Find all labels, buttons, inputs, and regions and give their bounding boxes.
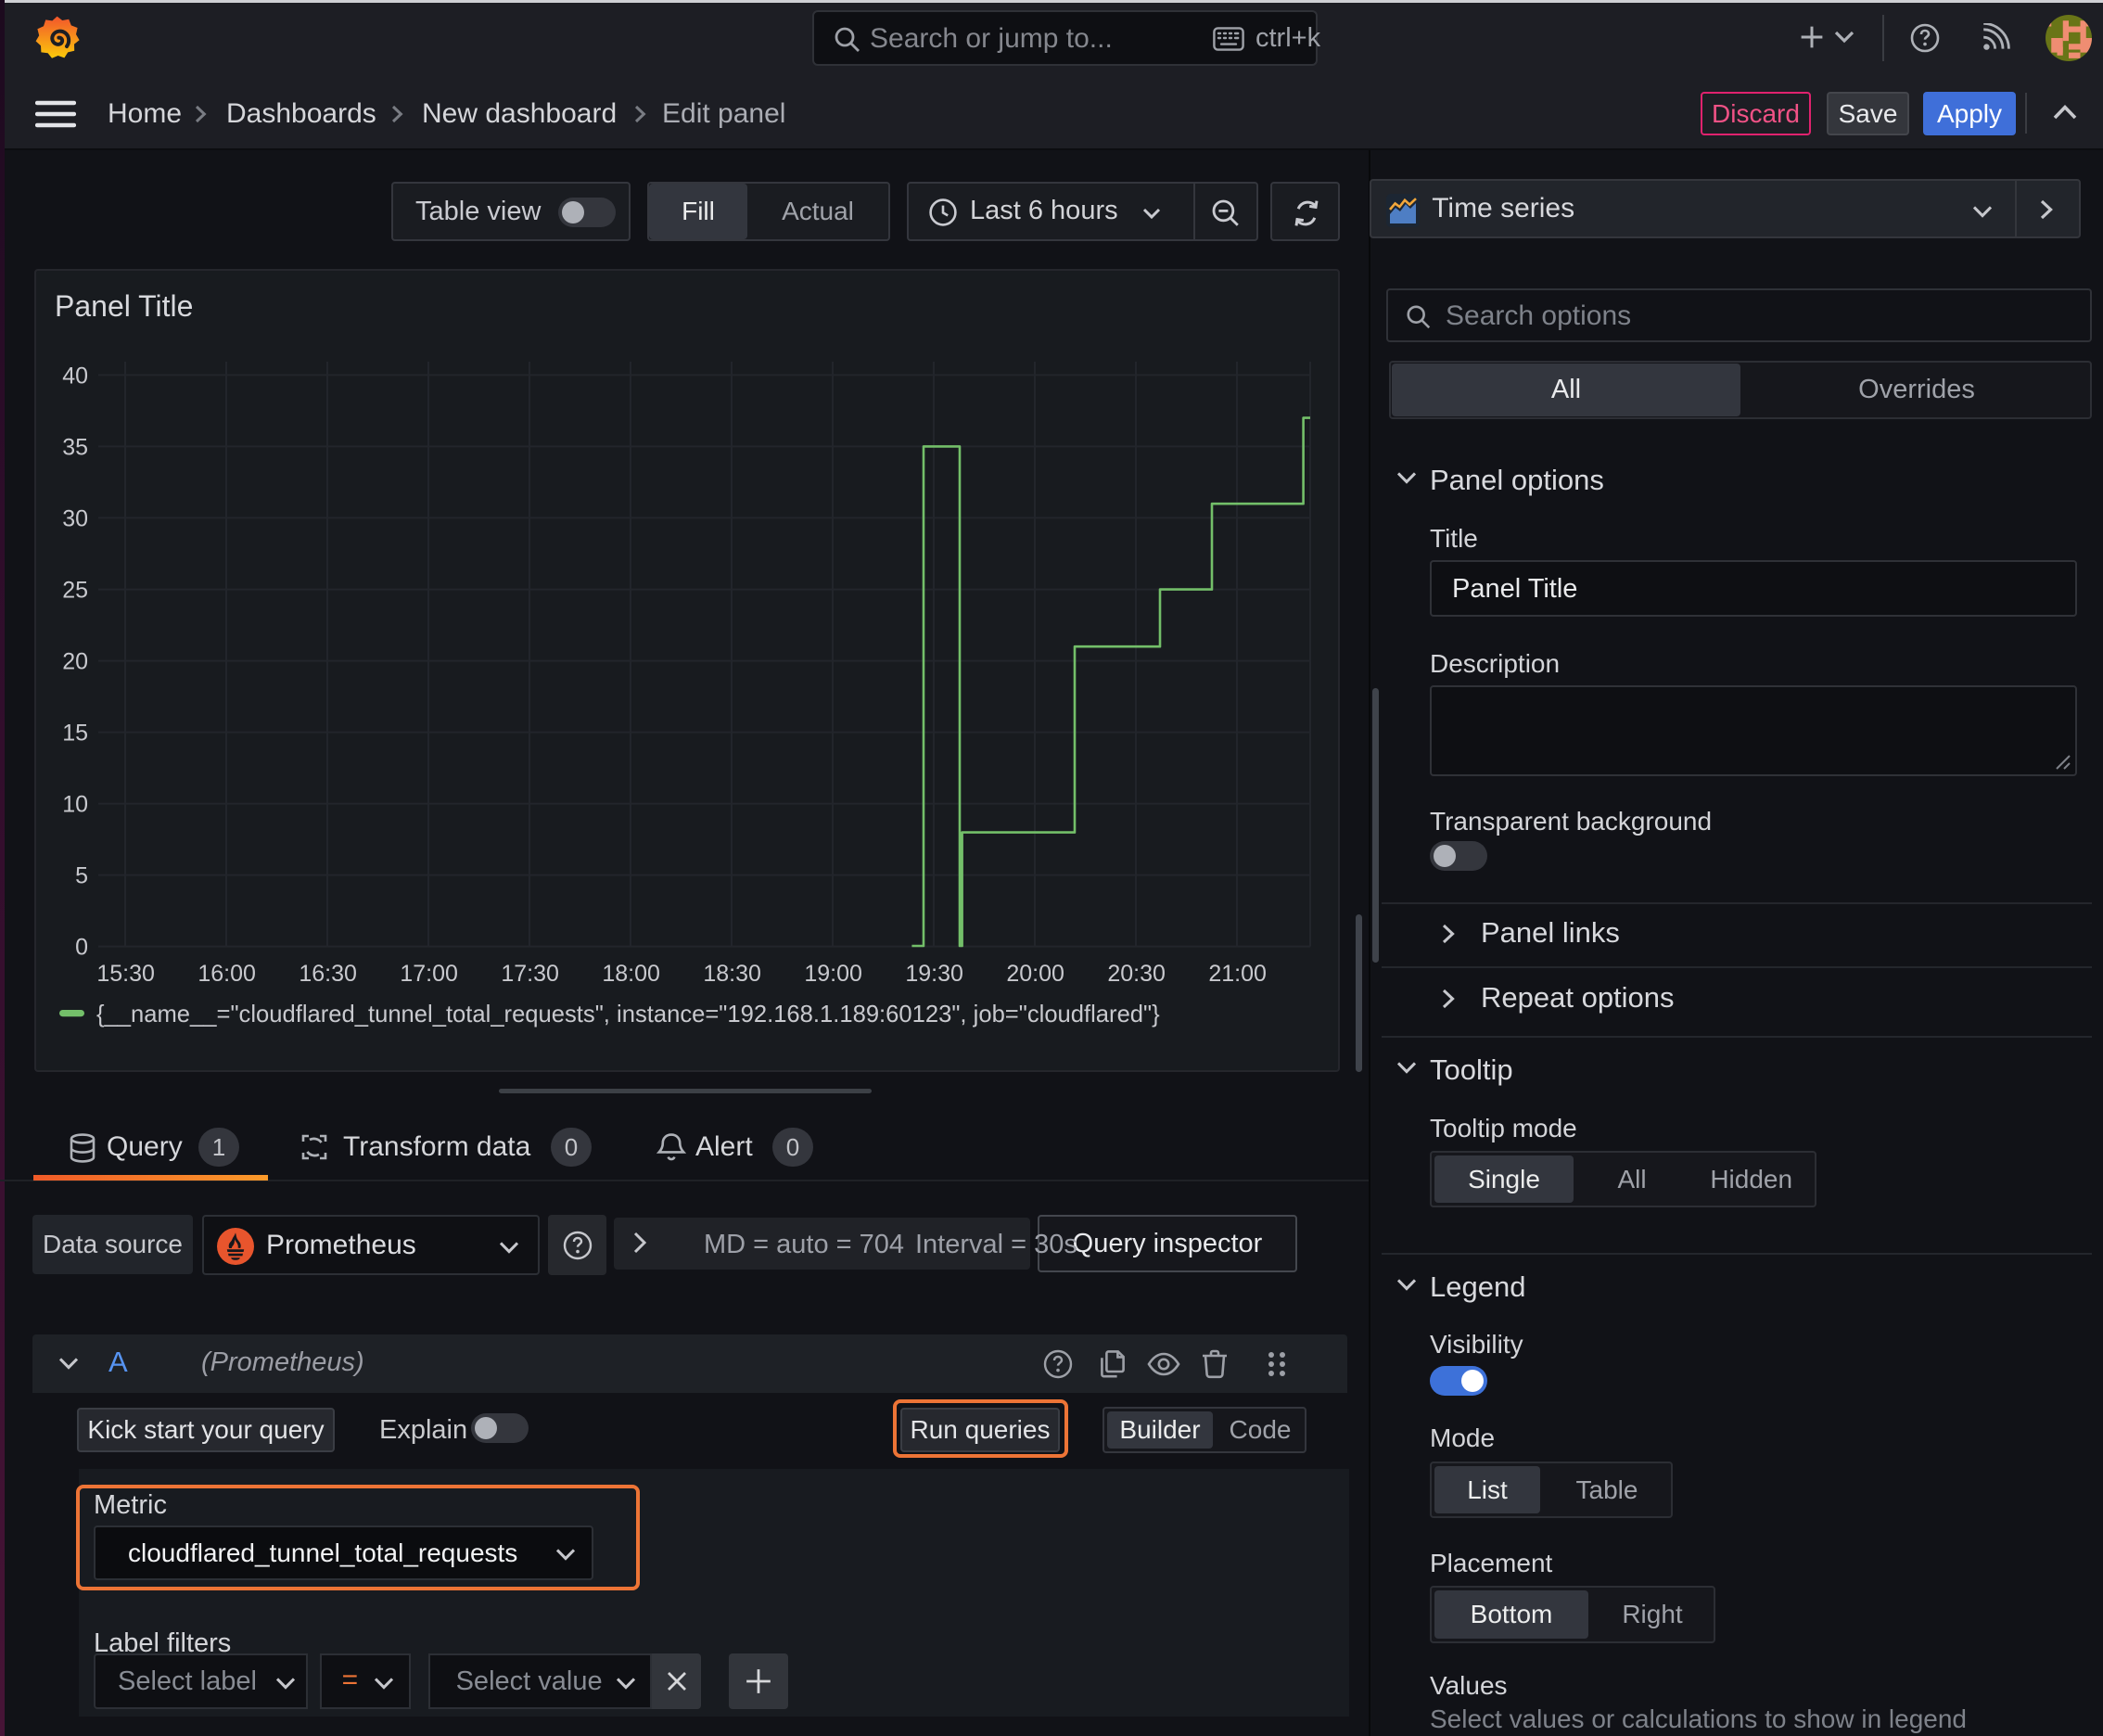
svg-text:19:00: 19:00 <box>804 961 862 987</box>
svg-text:35: 35 <box>62 434 88 460</box>
svg-text:15: 15 <box>62 721 88 747</box>
svg-text:0: 0 <box>75 935 88 961</box>
svg-text:10: 10 <box>62 792 88 818</box>
svg-text:18:00: 18:00 <box>602 961 660 987</box>
svg-text:25: 25 <box>62 578 88 604</box>
svg-text:19:30: 19:30 <box>905 961 963 987</box>
svg-text:{__name__="cloudflared_tunnel_: {__name__="cloudflared_tunnel_total_requ… <box>96 1002 1160 1028</box>
svg-text:18:30: 18:30 <box>703 961 761 987</box>
svg-text:30: 30 <box>62 505 88 531</box>
svg-text:20:00: 20:00 <box>1006 961 1064 987</box>
svg-text:16:30: 16:30 <box>299 961 357 987</box>
svg-text:20:30: 20:30 <box>1107 961 1166 987</box>
svg-text:15:30: 15:30 <box>96 961 155 987</box>
svg-text:20: 20 <box>62 649 88 675</box>
svg-text:17:30: 17:30 <box>501 961 559 987</box>
svg-text:21:00: 21:00 <box>1208 961 1267 987</box>
svg-text:40: 40 <box>62 363 88 389</box>
svg-text:16:00: 16:00 <box>198 961 256 987</box>
svg-text:17:00: 17:00 <box>400 961 458 987</box>
svg-text:5: 5 <box>75 863 88 889</box>
